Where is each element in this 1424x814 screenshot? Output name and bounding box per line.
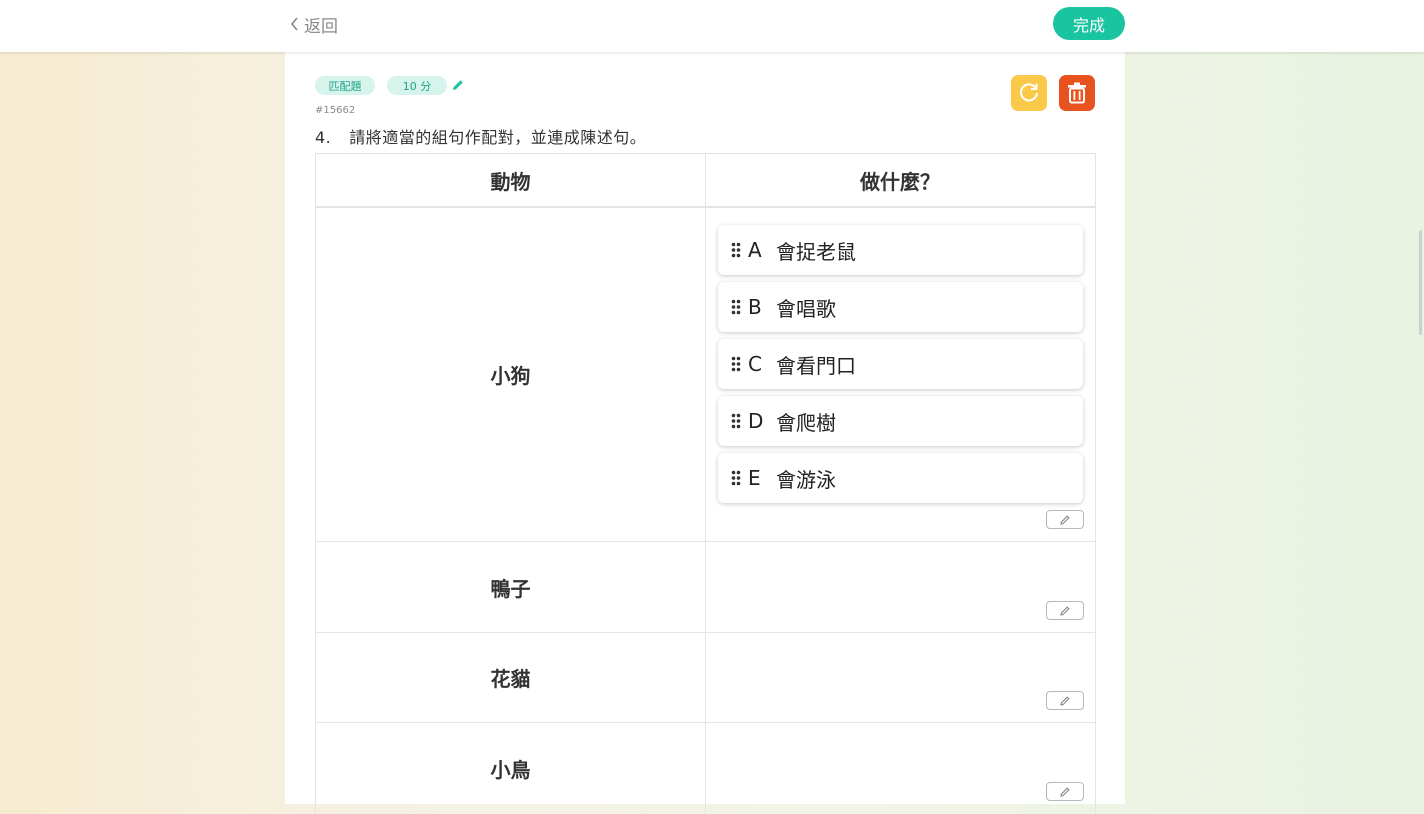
option-text: 會唱歌	[776, 296, 836, 321]
done-button[interactable]: 完成	[1053, 7, 1125, 40]
pencil-icon	[1060, 514, 1070, 525]
question-number: 4.	[315, 128, 332, 147]
option-text: 會捉老鼠	[776, 239, 856, 264]
option-letter: E	[748, 466, 761, 490]
back-label: 返回	[304, 16, 338, 37]
back-button[interactable]: 返回	[288, 12, 338, 37]
animal-cell-duck: 鴨子	[490, 576, 531, 601]
option-card-a[interactable]: A 會捉老鼠	[718, 225, 1083, 275]
drag-handle-icon	[731, 413, 741, 429]
option-card-d[interactable]: D 會爬樹	[718, 396, 1083, 446]
column-header-action: 做什麼？	[860, 169, 940, 194]
refresh-icon	[1020, 83, 1038, 102]
column-divider	[705, 154, 706, 814]
edit-cell-button-dog[interactable]	[1046, 510, 1084, 529]
pencil-icon	[1060, 786, 1070, 797]
drag-handle-icon	[731, 470, 741, 486]
option-letter: B	[748, 295, 762, 319]
option-card-c[interactable]: C 會看門口	[718, 339, 1083, 389]
reset-button[interactable]	[1011, 75, 1047, 111]
score-tag: 10 分	[387, 76, 447, 95]
chevron-left-icon	[290, 17, 298, 31]
drag-handle-icon	[731, 299, 741, 315]
option-letter: D	[748, 409, 764, 433]
question-type-tag: 匹配題	[315, 76, 375, 95]
edit-cell-button-duck[interactable]	[1046, 601, 1084, 620]
column-header-animal: 動物	[490, 169, 531, 194]
pencil-icon	[1060, 605, 1070, 616]
option-letter: A	[748, 238, 762, 262]
matching-table: 動物 做什麼？ 小狗 鴨子 花貓 小鳥 A 會捉老鼠 B 會唱歌 C 會看門口 …	[315, 153, 1096, 814]
drag-handle-icon	[731, 356, 741, 372]
option-letter: C	[748, 352, 762, 376]
top-bar: 返回 完成	[0, 0, 1424, 52]
drag-handle-icon	[731, 242, 741, 258]
question-id: #15662	[315, 105, 356, 116]
animal-cell-bird: 小鳥	[490, 758, 531, 782]
question-prompt: 請將適當的組句作配對，並連成陳述句。	[349, 128, 647, 147]
option-card-b[interactable]: B 會唱歌	[718, 282, 1083, 332]
edit-cell-button-bird[interactable]	[1046, 782, 1084, 801]
option-text: 會看門口	[776, 353, 856, 378]
option-text: 會爬樹	[776, 410, 836, 435]
scrollbar[interactable]	[1419, 230, 1422, 335]
option-card-e[interactable]: E 會游泳	[718, 453, 1083, 503]
edit-cell-button-cat[interactable]	[1046, 691, 1084, 710]
question-text: 4. 請將適當的組句作配對，並連成陳述句。	[315, 124, 646, 148]
question-card: 匹配題 10 分 #15662 4. 請將適當的組句作配對，並連成陳述句。 動物 …	[285, 52, 1125, 814]
option-text: 會游泳	[776, 467, 836, 492]
animal-cell-cat: 花貓	[490, 667, 531, 691]
animal-cell-dog: 小狗	[490, 364, 531, 388]
trash-icon	[1068, 82, 1086, 104]
pencil-icon[interactable]	[451, 78, 465, 92]
delete-button[interactable]	[1059, 75, 1095, 111]
pencil-icon	[1060, 695, 1070, 706]
